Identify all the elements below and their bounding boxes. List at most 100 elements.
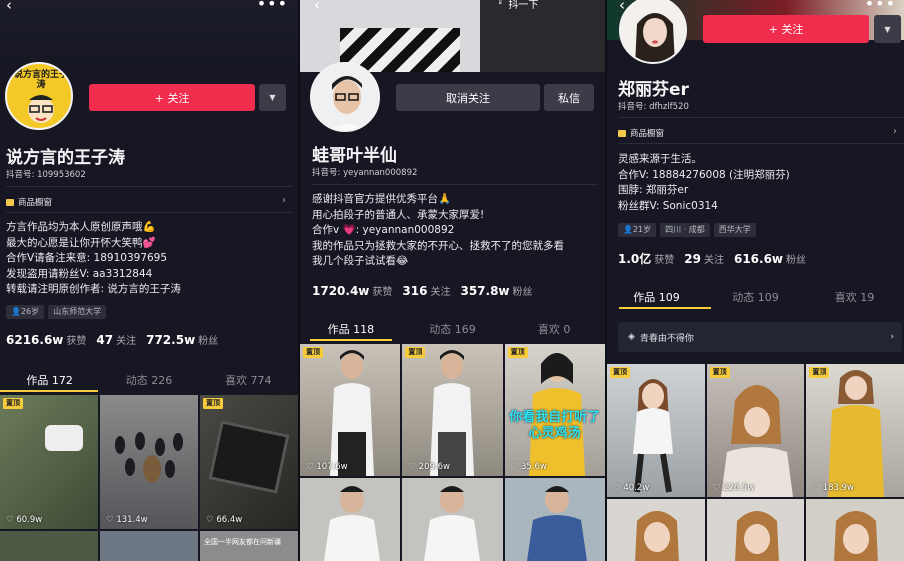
share-label: 抖一下 — [508, 0, 539, 11]
stat-likes[interactable]: 1.0亿 获赞 — [618, 250, 674, 267]
user-id: 抖音号: yeyannan000892 — [312, 168, 418, 178]
age-tag: 👤21岁 — [618, 223, 657, 237]
active-tab-underline — [0, 390, 98, 392]
like-value: 35.6w — [520, 462, 547, 472]
bio-line: 方言作品均为本人原创原声哦💪 — [6, 221, 156, 233]
stat-followers[interactable]: 772.5w 粉丝 — [146, 332, 218, 347]
stats-row: 6216.6w 获赞 47 关注 772.5w 粉丝 — [6, 332, 218, 347]
back-arrow-icon[interactable]: ‹ — [6, 0, 12, 13]
shop-window-link[interactable]: 商品橱窗 — [618, 127, 664, 139]
avatar[interactable] — [310, 62, 380, 132]
divider — [618, 117, 904, 118]
like-count: ♡ 131.4w — [106, 515, 148, 525]
heart-icon: ♡ — [510, 462, 521, 472]
heart-icon: ♡ — [812, 483, 823, 493]
more-dots-icon[interactable]: ••• — [865, 0, 896, 13]
video-tile[interactable] — [402, 478, 503, 561]
pinned-badge: 置顶 — [3, 398, 23, 409]
video-tile[interactable] — [806, 499, 904, 561]
stat-likes[interactable]: 6216.6w 获赞 — [6, 332, 86, 347]
location-tag: 四川 · 成都 — [660, 223, 710, 237]
video-tile[interactable]: 置顶 ♡ 60.9w — [0, 395, 98, 529]
message-button[interactable]: 私信 — [544, 84, 594, 111]
profile-panel-3: ‹ ••• + 关注 ▼ 郑丽芬er 抖音号: dfhzlf520 商品橱窗 ›… — [607, 0, 904, 561]
video-tile[interactable]: 置顶 ♡ 226.5w — [706, 364, 805, 497]
share-button[interactable]: ⇪ 抖一下 — [496, 0, 538, 11]
video-tile[interactable] — [607, 499, 705, 561]
chevron-down-icon[interactable]: ▼ — [259, 84, 286, 111]
stat-following[interactable]: 47 关注 — [96, 332, 136, 347]
video-tile[interactable]: 置顶 ♡ 107.6w — [300, 344, 401, 476]
stat-following[interactable]: 316 关注 — [402, 283, 450, 298]
bio-line: 粉丝群V: Sonic0314 — [618, 199, 718, 212]
video-tile[interactable] — [300, 478, 401, 561]
collection-strip[interactable]: ◈ 青春由不得你 › — [618, 322, 902, 352]
bio: 方言作品均为本人原创原声哦💪 最大的心愿是让你开怀大笑鸭💕 合作V请备注来意: … — [6, 220, 181, 298]
stats-row: 1.0亿 获赞 29 关注 616.6w 粉丝 — [618, 250, 806, 267]
stat-likes[interactable]: 1720.4w 获赞 — [312, 283, 392, 298]
like-count: ♡ 183.9w — [812, 483, 854, 493]
heart-icon: ♡ — [613, 483, 624, 493]
share-icon: ⇪ — [496, 0, 505, 7]
video-tile[interactable]: 置顶 ♡ 66.4w — [200, 395, 298, 529]
heart-icon: ♡ — [408, 462, 419, 472]
tab-posts[interactable]: 动态 169 — [402, 321, 504, 343]
video-tile[interactable]: 置顶 ♡ 209.6w — [402, 344, 503, 476]
chevron-right-icon[interactable]: › — [282, 195, 286, 206]
tab-posts[interactable]: 动态 109 — [706, 289, 805, 311]
video-tile[interactable]: 全国一半网友都在问新疆 — [200, 531, 298, 561]
chevron-down-icon[interactable]: ▼ — [874, 15, 901, 43]
video-tile[interactable] — [706, 499, 805, 561]
bio-line: 感谢抖音官方提供优秀平台🙏 — [312, 193, 452, 205]
video-tile[interactable] — [100, 531, 198, 561]
more-dots-icon[interactable]: ••• — [257, 0, 288, 13]
pinned-badge: 置顶 — [405, 347, 426, 358]
divider — [6, 186, 292, 187]
stat-value: 616.6w — [733, 252, 784, 266]
avatar[interactable]: 说方言的王子涛 — [5, 62, 73, 130]
like-value: 107.6w — [316, 462, 348, 472]
tab-likes[interactable]: 喜欢 774 — [199, 372, 298, 394]
stat-value: 1.0亿 — [618, 252, 652, 266]
tab-likes[interactable]: 喜欢 19 — [805, 289, 904, 311]
bio-line: 我几个段子试试看😂 — [312, 255, 409, 267]
stat-following[interactable]: 29 关注 — [684, 251, 724, 266]
video-tile[interactable] — [0, 531, 98, 561]
stat-label: 获赞 — [654, 255, 675, 266]
video-tile[interactable]: ♡ 131.4w — [100, 395, 198, 529]
shop-window-link[interactable]: 商品橱窗 — [6, 196, 52, 208]
chevron-right-icon: › — [890, 332, 894, 342]
unfollow-button[interactable]: 取消关注 — [396, 84, 540, 111]
active-tab-underline — [619, 307, 711, 309]
stat-label: 关注 — [116, 336, 137, 347]
heart-icon: ♡ — [712, 483, 723, 493]
stat-followers[interactable]: 357.8w 粉丝 — [460, 283, 532, 298]
person-illustration — [633, 379, 673, 493]
like-value: 60.9w — [16, 515, 43, 525]
bio-line: 最大的心愿是让你开怀大笑鸭💕 — [6, 236, 156, 249]
collection-label: 青春由不得你 — [639, 333, 694, 344]
like-value: 209.6w — [418, 462, 450, 472]
divider — [618, 143, 904, 144]
follow-button[interactable]: + 关注 — [703, 15, 869, 43]
chevron-right-icon[interactable]: › — [893, 126, 897, 137]
video-grid: 置顶 ♡ 107.6w 置顶 ♡ 209.6w 置顶 你看我自打听了心灵鸡汤 ♡… — [300, 344, 605, 561]
active-tab-underline — [310, 339, 392, 341]
person-illustration — [720, 385, 793, 497]
stat-followers[interactable]: 616.6w 粉丝 — [734, 251, 806, 266]
tab-likes[interactable]: 喜欢 0 — [503, 321, 605, 343]
like-count: ♡ 209.6w — [408, 462, 450, 472]
video-tile[interactable]: 置顶 ♡ 183.9w — [806, 364, 904, 497]
shop-icon — [6, 198, 14, 206]
follow-button[interactable]: + 关注 — [89, 84, 255, 111]
video-tile[interactable] — [504, 478, 605, 561]
avatar[interactable] — [619, 0, 687, 64]
like-count: ♡ 107.6w — [306, 462, 348, 472]
stat-label: 关注 — [703, 255, 724, 266]
video-tile[interactable]: 置顶 你看我自打听了心灵鸡汤 ♡ 35.6w — [504, 344, 605, 476]
person-illustration — [430, 350, 475, 476]
video-tile[interactable]: 置顶 ♡ 40.2w — [607, 364, 705, 497]
bio-line: 合作v 💗: yeyannan000892 — [312, 224, 455, 236]
tab-posts[interactable]: 动态 226 — [99, 372, 198, 394]
back-arrow-icon[interactable]: ‹ — [314, 0, 320, 13]
